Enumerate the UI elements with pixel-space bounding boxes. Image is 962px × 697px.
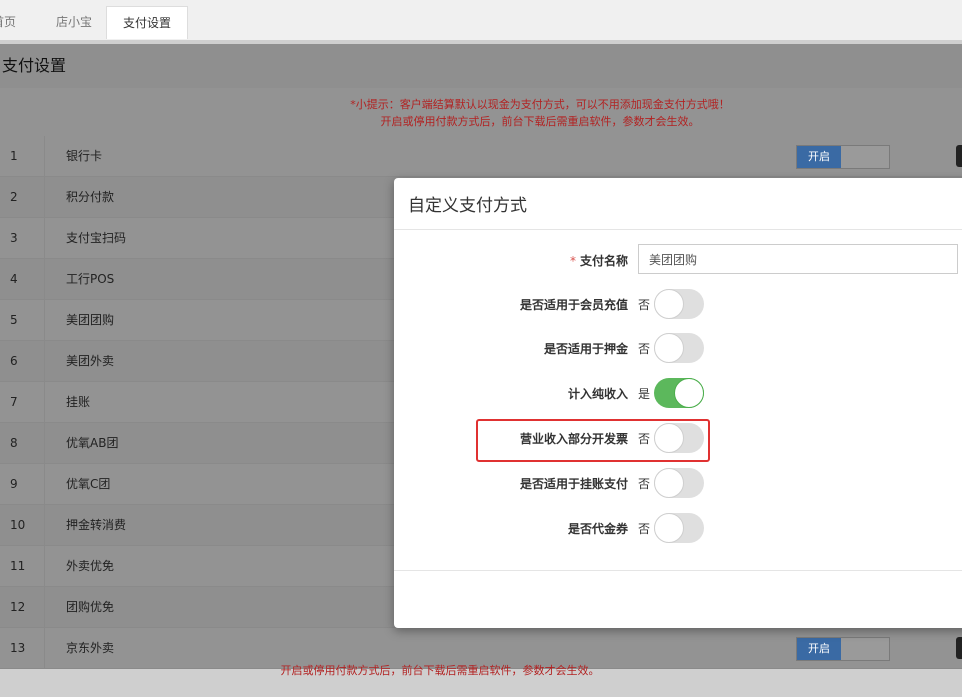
notice-box: *小提示：客户端结算默认以现金为支付方式，可以不用添加现金支付方式哦！ 开启或停…	[0, 88, 962, 136]
net-income-label: 计入纯收入	[567, 387, 628, 401]
row-name: 外卖优免	[66, 559, 115, 573]
row-name: 押金转消费	[66, 518, 127, 532]
modal-footer-divider	[394, 570, 962, 571]
footer-note: 开启或停用付款方式后，前台下载后需重启软件，参数才会生效。	[280, 664, 600, 677]
row-index: 5	[10, 313, 18, 327]
row-index: 8	[10, 436, 18, 450]
notice-line-2: 开启或停用付款方式后，前台下载后需重启软件，参数才会生效。	[380, 115, 700, 128]
credit-payment-state: 否	[638, 477, 651, 491]
row-index: 4	[10, 272, 18, 286]
member-recharge-toggle[interactable]	[654, 289, 704, 319]
modal-divider	[394, 229, 962, 230]
tab-dianxiaobao[interactable]: 店小宝	[56, 6, 92, 39]
member-recharge-label: 是否适用于会员充值	[519, 298, 628, 312]
row-name: 银行卡	[66, 149, 103, 163]
voucher-label: 是否代金券	[567, 522, 628, 536]
row-index: 6	[10, 354, 18, 368]
row-name: 美团外卖	[66, 354, 115, 368]
tab-bar: 首页 店小宝 支付设置	[0, 0, 962, 41]
row-name: 积分付款	[66, 190, 115, 204]
net-income-toggle[interactable]	[654, 378, 704, 408]
deposit-label: 是否适用于押金	[543, 342, 628, 356]
row-index: 7	[10, 395, 18, 409]
edit-icon[interactable]	[956, 145, 962, 167]
notice-line-1: *小提示：客户端结算默认以现金为支付方式，可以不用添加现金支付方式哦！	[350, 98, 730, 111]
deposit-toggle[interactable]	[654, 333, 704, 363]
highlight-box	[476, 419, 710, 462]
row-index: 2	[10, 190, 18, 204]
panel-title: 支付设置	[0, 44, 962, 88]
voucher-toggle[interactable]	[654, 513, 704, 543]
modal-title: 自定义支付方式	[408, 196, 527, 216]
row-index: 1	[10, 149, 18, 163]
deposit-state: 否	[638, 342, 651, 356]
row-index: 11	[10, 559, 26, 573]
row-index: 10	[10, 518, 26, 532]
payment-name-label-text: 支付名称	[579, 254, 628, 268]
tab-home[interactable]: 首页	[0, 6, 16, 39]
row-name: 优氧C团	[66, 477, 111, 491]
payment-name-input[interactable]	[638, 244, 958, 274]
tab-payment-settings[interactable]: 支付设置	[106, 6, 189, 39]
custom-payment-modal: 自定义支付方式 *支付名称 是否适用于会员充值 否 是否适用于押金 否 计入纯收…	[394, 178, 962, 628]
member-recharge-state: 否	[638, 298, 651, 312]
row-name: 美团团购	[66, 313, 115, 327]
switch-on-label: 开启	[797, 146, 841, 168]
edit-icon[interactable]	[956, 637, 962, 659]
status-switch[interactable]: 开启	[796, 637, 890, 661]
status-switch[interactable]: 开启	[796, 145, 890, 169]
row-name: 支付宝扫码	[66, 231, 127, 245]
row-index: 12	[10, 600, 26, 614]
switch-on-label: 开启	[797, 638, 841, 660]
row-name: 团购优免	[66, 600, 115, 614]
row-name: 挂账	[66, 395, 91, 409]
net-income-state: 是	[638, 387, 651, 401]
credit-payment-label: 是否适用于挂账支付	[519, 477, 628, 491]
row-name: 优氧AB团	[66, 436, 119, 450]
voucher-state: 否	[638, 522, 651, 536]
row-index: 3	[10, 231, 18, 245]
row-name: 工行POS	[66, 272, 115, 286]
credit-payment-toggle[interactable]	[654, 468, 704, 498]
payment-name-label: * 支付名称	[408, 252, 628, 269]
required-mark: *	[569, 254, 576, 268]
row-index: 9	[10, 477, 18, 491]
table-row: 1 银行卡 开启	[0, 136, 962, 177]
